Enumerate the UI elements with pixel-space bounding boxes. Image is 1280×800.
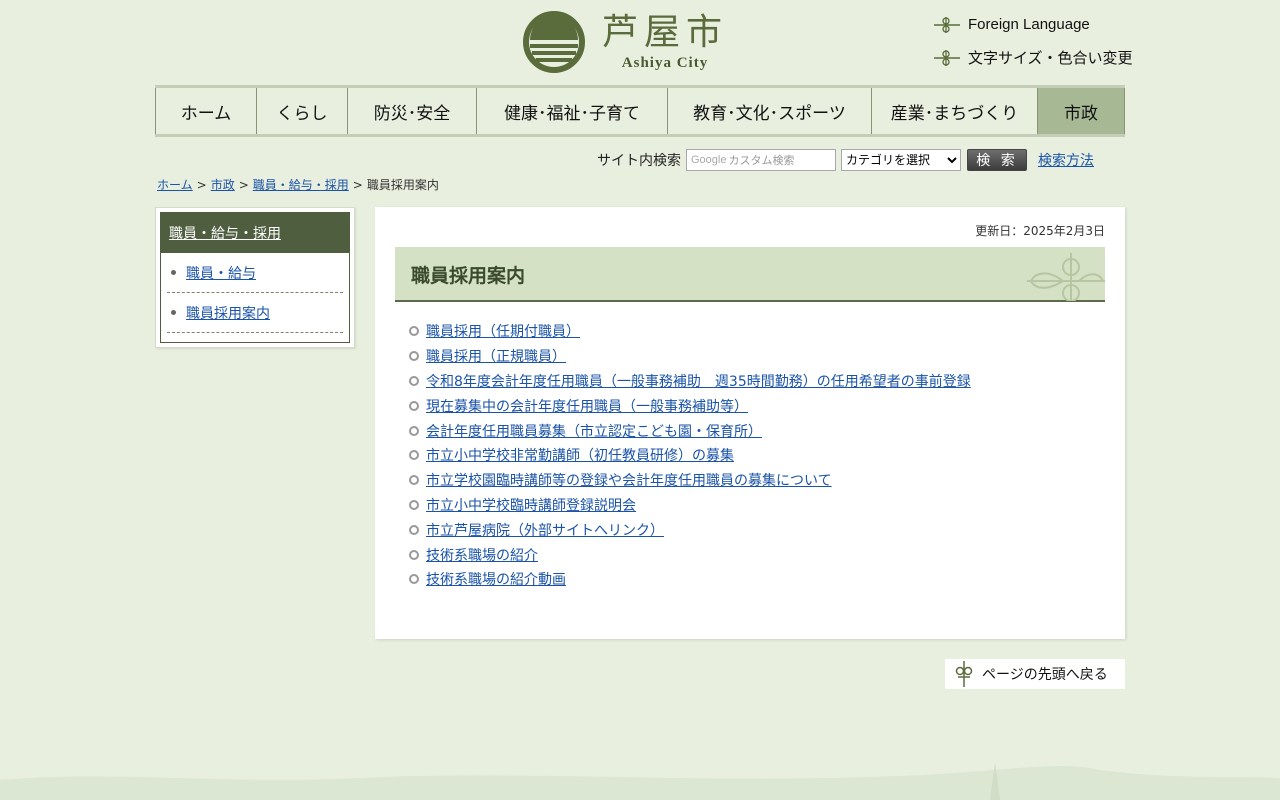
global-nav: ホーム くらし 防災･安全 健康･福祉･子育て 教育･文化･スポーツ 産業･まち… (155, 85, 1125, 137)
list-item: 技術系職場の紹介動画 (409, 567, 971, 592)
breadcrumb-separator: > (352, 178, 363, 192)
nav-item-shisei[interactable]: 市政 (1037, 88, 1125, 134)
list-item: 市立小中学校非常勤講師（初任教員研修）の募集 (409, 443, 971, 468)
side-nav-heading-link[interactable]: 職員・給与・採用 (169, 223, 281, 243)
bullet-icon (171, 270, 176, 275)
breadcrumb-home[interactable]: ホーム (157, 178, 193, 192)
side-nav-link-saiyou[interactable]: 職員採用案内 (186, 303, 270, 323)
side-nav-item: 職員・給与 (167, 253, 343, 293)
link-item[interactable]: 市立芦屋病院（外部サイトへリンク） (426, 520, 664, 540)
foreign-language-link[interactable]: Foreign Language (934, 16, 1090, 33)
search-input[interactable]: Google カスタム検索 (686, 149, 836, 171)
ornament-vertical-icon (955, 661, 973, 687)
breadcrumb-current: 職員採用案内 (366, 178, 439, 192)
nav-item-bousai[interactable]: 防災･安全 (347, 88, 476, 134)
list-item: 市立学校園臨時講師等の登録や会計年度任用職員の募集について (409, 468, 971, 493)
link-item[interactable]: 技術系職場の紹介 (426, 545, 538, 565)
circle-bullet-icon (409, 351, 419, 362)
foreign-language-label: Foreign Language (968, 16, 1090, 33)
circle-bullet-icon (409, 524, 419, 535)
list-item: 職員採用（正規職員） (409, 344, 971, 369)
list-item: 市立芦屋病院（外部サイトへリンク） (409, 517, 971, 542)
circle-bullet-icon (409, 400, 419, 411)
circle-bullet-icon (409, 499, 419, 510)
breadcrumb-separator: > (238, 178, 249, 192)
link-item[interactable]: 職員採用（正規職員） (426, 346, 566, 366)
ornament-icon (934, 49, 960, 66)
site-header: 芦屋市 Ashiya City Foreign Language 文字サイズ・色… (0, 0, 1280, 85)
circle-bullet-icon (409, 450, 419, 461)
link-item[interactable]: 市立小中学校非常勤講師（初任教員研修）の募集 (426, 445, 734, 465)
circle-bullet-icon (409, 574, 419, 585)
nav-item-kyouiku[interactable]: 教育･文化･スポーツ (667, 88, 871, 134)
list-item: 令和8年度会計年度任用職員（一般事務補助 週35時間勤務）の任用希望者の事前登録 (409, 369, 971, 394)
search-help-link[interactable]: 検索方法 (1038, 150, 1094, 170)
search-button[interactable]: 検 索 (967, 149, 1027, 171)
link-item[interactable]: 会計年度任用職員募集（市立認定こども園・保育所） (426, 421, 762, 441)
nav-item-home[interactable]: ホーム (155, 88, 256, 134)
breadcrumb-shokuin[interactable]: 職員・給与・採用 (253, 178, 349, 192)
heading-ornament-icon (1027, 253, 1105, 301)
link-item[interactable]: 市立小中学校臨時講師登録説明会 (426, 495, 636, 515)
side-nav-heading: 職員・給与・採用 (161, 213, 349, 253)
side-nav: 職員・給与・採用 職員・給与 職員採用案内 (155, 207, 355, 348)
page-heading: 職員採用案内 (395, 247, 1105, 302)
circle-bullet-icon (409, 425, 419, 436)
search-placeholder: カスタム検索 (728, 155, 795, 167)
list-item: 会計年度任用職員募集（市立認定こども園・保育所） (409, 418, 971, 443)
font-size-color-label: 文字サイズ・色合い変更 (968, 50, 1133, 67)
ornament-icon (934, 16, 960, 33)
link-item[interactable]: 令和8年度会計年度任用職員（一般事務補助 週35時間勤務）の任用希望者の事前登録 (426, 371, 971, 391)
list-item: 現在募集中の会計年度任用職員（一般事務補助等） (409, 393, 971, 418)
page-top-button[interactable]: ページの先頭へ戻る (945, 659, 1125, 689)
updated-date: 更新日：2025年2月3日 (975, 224, 1105, 238)
side-nav-link-kyuyo[interactable]: 職員・給与 (186, 263, 256, 283)
link-item[interactable]: 現在募集中の会計年度任用職員（一般事務補助等） (426, 396, 748, 416)
list-item: 技術系職場の紹介 (409, 542, 971, 567)
google-mark: Google (691, 154, 727, 166)
font-size-color-link[interactable]: 文字サイズ・色合い変更 (934, 47, 1133, 68)
list-item: 市立小中学校臨時講師登録説明会 (409, 493, 971, 518)
page-top-label: ページの先頭へ戻る (982, 667, 1108, 683)
circle-bullet-icon (409, 549, 419, 560)
site-search: サイト内検索 Google カスタム検索 カテゴリを選択 検 索 検索方法 (597, 148, 1094, 172)
logo-subtitle: Ashiya City (621, 54, 709, 71)
side-nav-item: 職員採用案内 (167, 293, 343, 333)
nav-item-sangyou[interactable]: 産業･まちづくり (871, 88, 1037, 134)
page-title: 職員採用案内 (411, 265, 526, 287)
bullet-icon (171, 310, 176, 315)
circle-bullet-icon (409, 475, 419, 486)
circle-bullet-icon (409, 375, 419, 386)
search-label: サイト内検索 (597, 153, 681, 169)
nav-item-kurashi[interactable]: くらし (256, 88, 347, 134)
nav-item-kenkou[interactable]: 健康･福祉･子育て (476, 88, 667, 134)
ashiya-sun-logo-icon (523, 11, 585, 73)
category-select[interactable]: カテゴリを選択 (841, 149, 961, 171)
breadcrumb-separator: > (196, 178, 207, 192)
circle-bullet-icon (409, 326, 419, 337)
link-list: 職員採用（任期付職員） 職員採用（正規職員） 令和8年度会計年度任用職員（一般事… (409, 319, 971, 592)
breadcrumb: ホーム > 市政 > 職員・給与・採用 > 職員採用案内 (157, 176, 439, 193)
scenery-decoration (0, 762, 1280, 800)
breadcrumb-shisei[interactable]: 市政 (211, 178, 235, 192)
list-item: 職員採用（任期付職員） (409, 319, 971, 344)
link-item[interactable]: 市立学校園臨時講師等の登録や会計年度任用職員の募集について (426, 470, 832, 490)
link-item[interactable]: 職員採用（任期付職員） (426, 321, 580, 341)
main-content: 更新日：2025年2月3日 職員採用案内 職員採用（任期付職員） 職員採用（正規… (375, 207, 1125, 639)
site-logo[interactable]: 芦屋市 Ashiya City (522, 8, 732, 76)
link-item[interactable]: 技術系職場の紹介動画 (426, 569, 566, 589)
logo-title: 芦屋市 (602, 11, 729, 53)
